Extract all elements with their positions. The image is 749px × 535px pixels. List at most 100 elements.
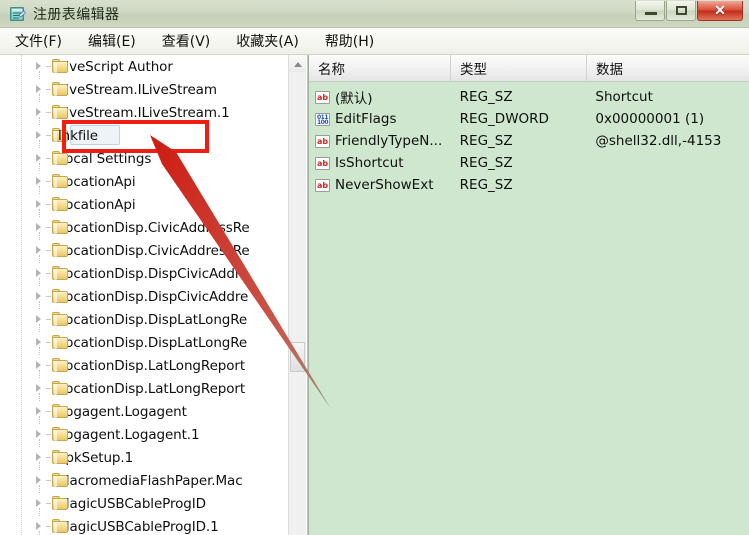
expand-arrow-icon[interactable] [36,223,41,231]
scrollbar-thumb[interactable] [290,342,305,372]
expand-arrow-icon[interactable] [36,338,41,346]
tree-item[interactable]: LocationDisp.DispCivicAddre [22,262,286,286]
expand-arrow-icon[interactable] [36,453,41,461]
registry-values-pane[interactable]: 名称 类型 数据 ab (默认) REG_SZ Shortcut 011 100 EditF… [308,55,749,535]
tree-item[interactable]: LocationDisp.LatLongReport [22,354,286,378]
tree-item-label: LocationDisp.LatLongReport [58,357,246,374]
tree-item[interactable]: Local Settings [22,147,286,171]
minimize-button[interactable] [635,1,665,21]
value-row[interactable]: ab IsShortcut REG_SZ [309,152,749,174]
expand-arrow-icon[interactable] [36,476,41,484]
expand-arrow-icon[interactable] [36,85,41,93]
expand-arrow-icon[interactable] [36,269,41,277]
registry-tree-pane[interactable]: LiveScript Author LiveStream.ILiveStream L… [0,55,308,535]
expand-arrow-icon[interactable] [36,108,41,116]
value-name-cell: ab (默认) [309,87,451,107]
values-column-header: 名称 类型 数据 [309,55,749,82]
expand-arrow-icon[interactable] [36,522,41,530]
expand-arrow-icon[interactable] [36,177,41,185]
maximize-button[interactable] [666,1,696,21]
expand-arrow-icon[interactable] [36,200,41,208]
tree-connector-line [39,531,41,535]
value-type-cell: REG_SZ [459,177,513,193]
tree-item[interactable]: Logagent.Logagent [22,400,286,424]
close-button[interactable]: ✕ [697,1,743,21]
tree-item[interactable]: LocationApi [22,170,286,194]
tree-item[interactable]: LiveScript Author [22,55,286,79]
column-header-name[interactable]: 名称 [309,55,451,81]
value-row[interactable]: ab NeverShowExt REG_SZ [309,174,749,196]
tree-item-label: LocationApi [58,173,136,190]
tree-item[interactable]: LiveStream.ILiveStream [22,78,286,102]
tree-item-label: LocationDisp.DispCivicAddre [58,288,249,305]
minimize-icon [645,12,657,15]
tree-connector-dash [46,411,51,412]
tree-item[interactable]: LocationDisp.LatLongReport [22,377,286,401]
column-header-type[interactable]: 类型 [451,55,587,81]
tree-item[interactable]: LocationDisp.DispLatLongRe [22,308,286,332]
expand-arrow-icon[interactable] [36,407,41,415]
folder-icon [52,174,68,188]
tree-connector-dash [46,112,51,113]
string-value-icon: ab [315,156,330,170]
window-controls: ✕ [635,1,743,21]
expand-arrow-icon[interactable] [36,384,41,392]
expand-arrow-icon[interactable] [36,62,41,70]
value-row[interactable]: 011 100 EditFlags REG_DWORD 0x00000001 (1) [309,108,749,130]
tree-connector-dash [46,66,51,67]
maximize-icon [676,6,687,15]
menu-item-file[interactable]: 文件(F) [12,29,65,53]
tree-item[interactable]: LocationDisp.CivicAddressRe [22,239,286,263]
registry-tree-list[interactable]: LiveScript Author LiveStream.ILiveStream L… [22,55,286,535]
value-row[interactable]: ab (默认) REG_SZ Shortcut [309,86,749,108]
tree-connector-dash [46,204,51,205]
tree-item[interactable]: LocationDisp.CivicAddressRe [22,216,286,240]
tree-item[interactable]: MacromediaFlashPaper.Mac [22,469,286,493]
expand-arrow-icon[interactable] [36,131,41,139]
expand-arrow-icon[interactable] [36,430,41,438]
expand-arrow-icon[interactable] [36,154,41,162]
tree-item[interactable]: LocationApi [22,193,286,217]
menu-item-favorites[interactable]: 收藏夹(A) [233,29,302,53]
menu-item-help[interactable]: 帮助(H) [322,29,377,53]
tree-item-label: lnkfile [58,127,98,144]
value-name-cell: 011 100 EditFlags [309,111,451,127]
tree-connector-dash [46,342,51,343]
value-name-cell: ab FriendlyTypeN... [309,133,451,149]
scroll-up-icon[interactable] [289,55,306,72]
tree-item[interactable]: Logagent.Logagent.1 [22,423,286,447]
tree-connector-dash [46,135,51,136]
column-header-data[interactable]: 数据 [587,55,749,81]
folder-icon [52,427,68,441]
tree-indent-rail [0,55,22,535]
menu-item-view[interactable]: 查看(V) [159,29,214,53]
expand-arrow-icon[interactable] [36,315,41,323]
tree-item[interactable]: LiveStream.ILiveStream.1 [22,101,286,125]
tree-item-label: LocationDisp.DispLatLongRe [58,334,248,351]
expand-arrow-icon[interactable] [36,292,41,300]
string-value-icon: ab [315,178,330,192]
tree-connector-dash [46,296,51,297]
tree-item-label: LpkSetup.1 [58,449,134,466]
tree-connector-dash [46,526,51,527]
tree-connector-dash [46,319,51,320]
tree-item[interactable]: MagicUSBCableProgID [22,492,286,516]
tree-item[interactable]: MagicUSBCableProgID.1 [22,515,286,535]
expand-arrow-icon[interactable] [36,361,41,369]
tree-connector-dash [46,457,51,458]
expand-arrow-icon[interactable] [36,246,41,254]
folder-icon [52,82,68,96]
expand-arrow-icon[interactable] [36,499,41,507]
folder-icon [52,151,68,165]
menu-item-edit[interactable]: 编辑(E) [85,29,139,53]
folder-icon [52,358,68,372]
tree-item-label: LiveStream.ILiveStream [58,81,217,98]
tree-connector-dash [46,158,51,159]
tree-item[interactable]: lnkfile [22,124,286,148]
tree-item[interactable]: LocationDisp.DispLatLongRe [22,331,286,355]
tree-connector-dash [46,181,51,182]
tree-item[interactable]: LocationDisp.DispCivicAddre [22,285,286,309]
tree-vertical-scrollbar[interactable] [288,55,306,535]
tree-item[interactable]: LpkSetup.1 [22,446,286,470]
value-row[interactable]: ab FriendlyTypeN... REG_SZ @shell32.dll,-41… [309,130,749,152]
